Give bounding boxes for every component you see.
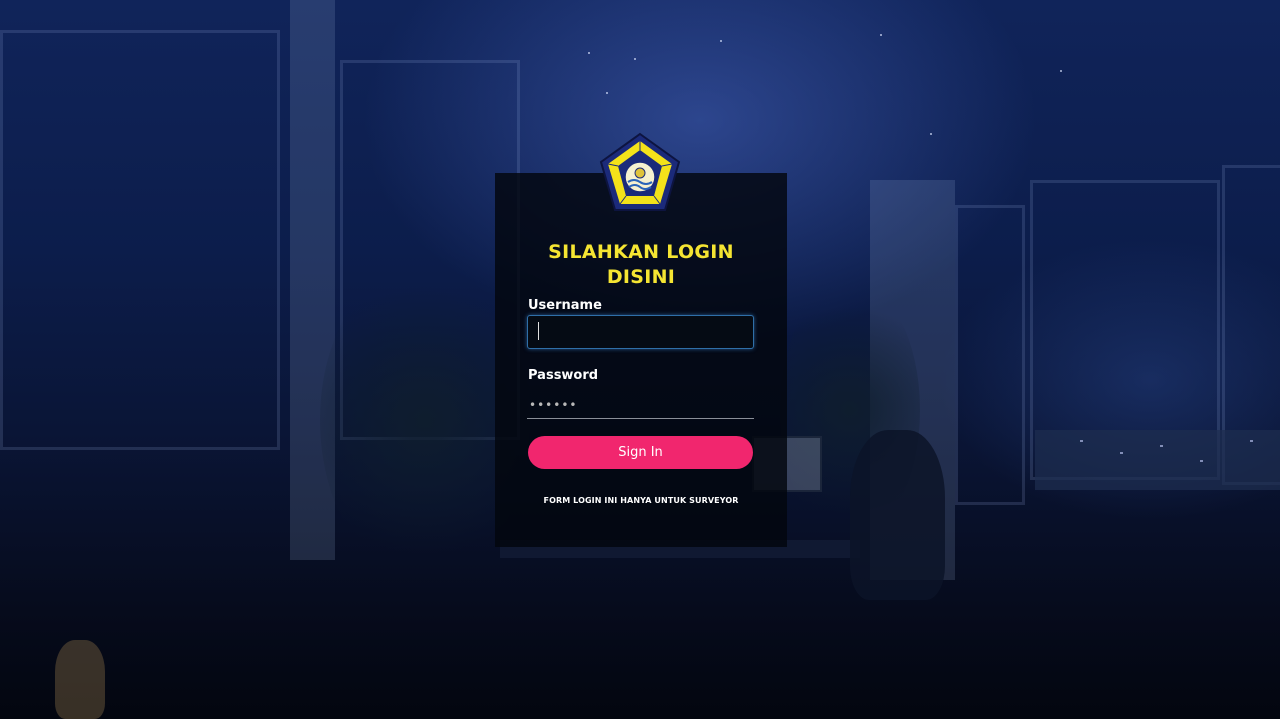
seated-person xyxy=(850,430,945,600)
login-title-line1: SILAHKAN LOGIN xyxy=(548,241,734,263)
city-light xyxy=(1160,445,1163,447)
username-label: Username xyxy=(528,298,602,313)
star xyxy=(634,58,636,60)
star xyxy=(930,133,932,135)
star xyxy=(588,52,590,54)
statue xyxy=(55,640,105,719)
star xyxy=(1060,70,1062,72)
star xyxy=(606,92,608,94)
star xyxy=(880,34,882,36)
sign-in-button[interactable]: Sign In xyxy=(528,436,753,469)
login-title: SILAHKAN LOGIN DISINI xyxy=(495,240,787,290)
password-label: Password xyxy=(528,368,599,383)
text-caret xyxy=(538,322,539,340)
login-card xyxy=(495,173,787,547)
username-input[interactable] xyxy=(527,315,754,349)
city-light xyxy=(1250,440,1253,442)
pentagon-emblem-icon xyxy=(599,132,681,211)
city-light xyxy=(1080,440,1083,442)
city-skyline xyxy=(1035,430,1280,490)
window-frame xyxy=(955,205,1025,505)
surveyor-only-note: FORM LOGIN INI HANYA UNTUK SURVEYOR xyxy=(543,496,739,505)
window-frame xyxy=(0,30,280,450)
city-light xyxy=(1200,460,1203,462)
city-light xyxy=(1120,452,1123,454)
login-title-line2: DISINI xyxy=(606,266,676,288)
star xyxy=(720,40,722,42)
password-input[interactable] xyxy=(527,392,754,419)
